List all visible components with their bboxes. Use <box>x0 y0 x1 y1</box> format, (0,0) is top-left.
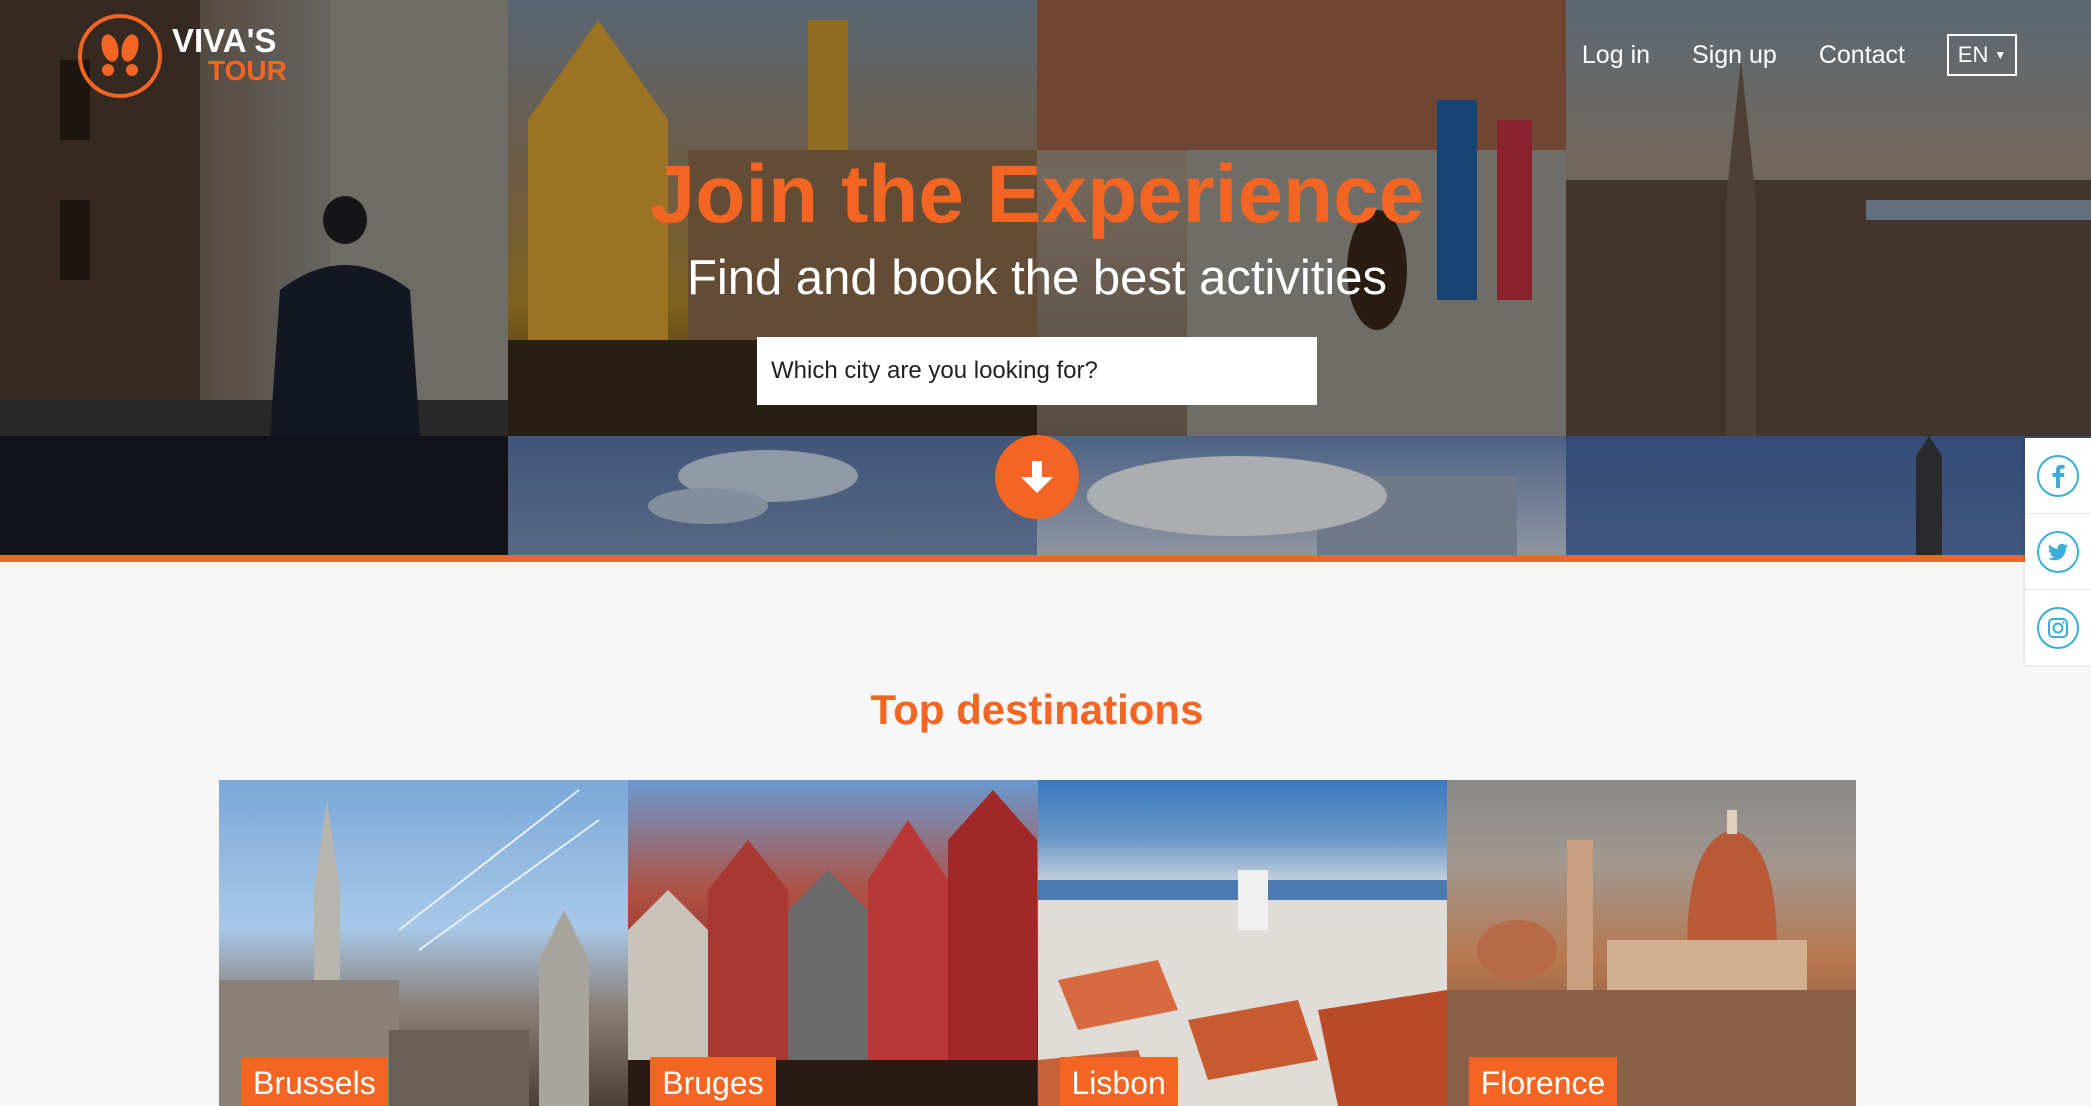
brand-subname: TOUR <box>208 55 287 86</box>
destination-card-lisbon[interactable]: Lisbon <box>1037 780 1447 1106</box>
hero-photo-tower <box>1566 436 2091 555</box>
language-selector[interactable]: EN ▼ <box>1947 34 2017 76</box>
destination-label: Lisbon <box>1059 1057 1178 1106</box>
city-search-input[interactable] <box>757 337 1317 405</box>
destination-label: Florence <box>1468 1057 1618 1106</box>
top-nav: Log in Sign up Contact EN ▼ <box>1540 34 2017 76</box>
top-destinations-title: Top destinations <box>870 686 1204 733</box>
destination-label: Bruges <box>650 1057 776 1106</box>
destination-card-florence[interactable]: Florence <box>1446 780 1856 1106</box>
brand-name: VIVA'S <box>172 22 277 59</box>
hero-subtitle: Find and book the best activities <box>686 251 1388 305</box>
hero-photo-night <box>0 436 508 555</box>
facebook-icon <box>2037 454 2079 497</box>
logo[interactable]: VIVA'S TOUR <box>78 14 287 98</box>
hero-banner: VIVA'S TOUR Log in Sign up Contact EN ▼ … <box>0 0 2091 555</box>
arrow-down-icon <box>1021 461 1053 493</box>
login-link[interactable]: Log in <box>1582 41 1650 70</box>
instagram-link[interactable] <box>2025 590 2091 665</box>
footprints-logo-icon <box>78 14 162 98</box>
signup-link[interactable]: Sign up <box>1692 41 1777 70</box>
destination-card-bruges[interactable]: Bruges <box>628 780 1038 1106</box>
hero-divider <box>0 555 2091 562</box>
destination-card-brussels[interactable]: Brussels <box>219 780 629 1106</box>
destinations-grid: Brussels Bruges Lisbon Florence <box>219 780 1856 1106</box>
social-sidebar <box>2025 438 2091 665</box>
instagram-icon <box>2037 606 2079 649</box>
destination-label: Brussels <box>241 1057 388 1106</box>
hero-photo-sky <box>508 436 1037 555</box>
hero-photo-building <box>1037 436 1566 555</box>
caret-down-icon: ▼ <box>1994 48 2007 62</box>
twitter-icon <box>2037 530 2079 573</box>
language-value: EN <box>1957 42 1989 67</box>
facebook-link[interactable] <box>2025 438 2091 514</box>
scroll-down-button[interactable] <box>995 435 1079 519</box>
hero-title: Join the Experience <box>649 149 1425 240</box>
twitter-link[interactable] <box>2025 514 2091 590</box>
contact-link[interactable]: Contact <box>1819 41 1905 70</box>
